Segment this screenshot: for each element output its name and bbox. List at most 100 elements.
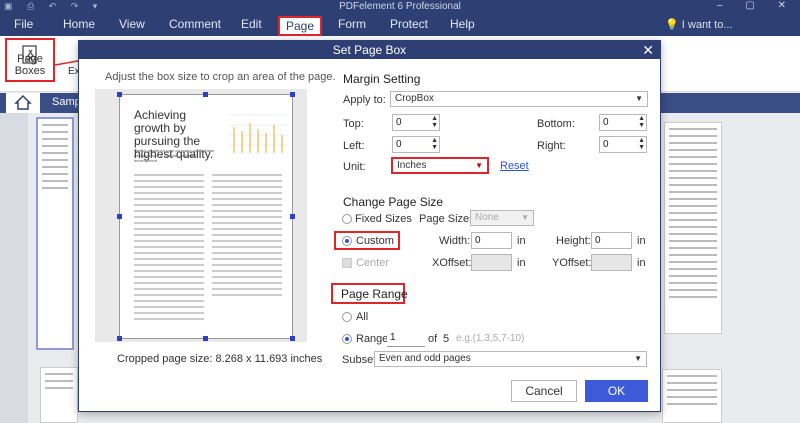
page-boxes-label: Page Boxes <box>14 53 46 77</box>
apply-to-select[interactable]: CropBox ▼ <box>390 91 648 107</box>
cropped-size-text: Cropped page size: 8.268 x 11.693 inches <box>117 353 323 365</box>
menu-page[interactable]: Page <box>278 16 323 36</box>
preview-subtitle: Unlock growth for your company, adopt th… <box>134 148 215 163</box>
menu-home[interactable]: Home <box>63 17 95 31</box>
custom-radio[interactable] <box>342 236 352 246</box>
width-unit: in <box>517 235 526 247</box>
menu-view[interactable]: View <box>119 17 145 31</box>
bottom-input[interactable]: 0 ▲ ▼ <box>599 114 647 131</box>
menu-edit[interactable]: Edit <box>241 17 262 31</box>
search-field[interactable]: 💡 I want to... <box>665 18 733 31</box>
range-radio[interactable] <box>342 334 352 344</box>
width-label: Width: <box>439 235 471 247</box>
fixed-sizes-radio[interactable] <box>342 214 352 224</box>
right-input[interactable]: 0 ▲ ▼ <box>599 136 647 153</box>
page-boxes-button[interactable]: Page Boxes <box>5 38 55 82</box>
width-input[interactable]: 0 <box>471 232 512 249</box>
document-tab[interactable]: Samp <box>52 96 81 108</box>
search-label: I want to... <box>681 19 733 31</box>
unit-value: Inches <box>397 160 427 171</box>
menu-comment[interactable]: Comment <box>169 17 221 31</box>
height-value: 0 <box>595 235 601 246</box>
preview-chart-graphic <box>228 114 288 153</box>
top-input[interactable]: 0 ▲ ▼ <box>392 114 440 131</box>
crop-handle-br[interactable] <box>290 336 295 341</box>
xoffset-input[interactable] <box>471 254 512 271</box>
page-thumbnail[interactable] <box>36 117 74 350</box>
center-label: Center <box>356 257 390 269</box>
right-label: Right: <box>537 140 566 152</box>
chevron-down-icon: ▼ <box>475 161 483 170</box>
range-input[interactable]: 1 <box>387 330 425 347</box>
spinner-icon[interactable]: ▲ ▼ <box>431 137 438 151</box>
xoffset-label: XOffset: <box>432 257 472 269</box>
unit-select[interactable]: Inches ▼ <box>391 157 489 174</box>
preview-text-col-1 <box>134 170 204 324</box>
crop-handle-tr[interactable] <box>290 92 295 97</box>
page-size-heading: Change Page Size <box>343 195 444 209</box>
crop-handle-bl[interactable] <box>117 336 122 341</box>
yoffset-input[interactable] <box>591 254 632 271</box>
top-label: Top: <box>343 118 364 130</box>
crop-handle-tl[interactable] <box>117 92 122 97</box>
app-title: PDFelement 6 Professional <box>339 1 461 12</box>
spinner-icon[interactable]: ▲ ▼ <box>431 115 438 129</box>
menu-file[interactable]: File <box>14 17 33 31</box>
unit-label: Unit: <box>343 161 366 173</box>
spinner-icon[interactable]: ▲ ▼ <box>638 137 645 151</box>
preview-page[interactable]: Achieving growth by pursuing the highest… <box>119 94 293 339</box>
home-icon <box>14 94 32 110</box>
ok-button[interactable]: OK <box>585 380 648 402</box>
height-label: Height: <box>556 235 591 247</box>
lightbulb-icon: 💡 <box>665 19 679 31</box>
center-checkbox[interactable] <box>342 258 352 268</box>
all-label: All <box>356 311 369 323</box>
preview-text-col-2 <box>212 170 282 300</box>
dialog-title: Set Page Box <box>332 43 407 57</box>
fixed-sizes-label: Fixed Sizes <box>355 213 412 225</box>
xoffset-unit: in <box>517 257 526 269</box>
menu-protect[interactable]: Protect <box>390 17 428 31</box>
dialog-hint: Adjust the box size to crop an area of t… <box>105 71 336 83</box>
height-input[interactable]: 0 <box>591 232 632 249</box>
window-controls[interactable]: ‒ ▢ ✕ <box>717 0 796 11</box>
range-example: e.g.(1,3,5,7-10) <box>456 333 525 344</box>
dialog-title-bar: Set Page Box ✕ <box>79 41 660 59</box>
chevron-down-icon: ▼ <box>635 94 643 103</box>
left-input[interactable]: 0 ▲ ▼ <box>392 136 440 153</box>
document-page-2 <box>662 369 722 423</box>
reset-link[interactable]: Reset <box>500 160 529 172</box>
width-value: 0 <box>475 235 481 246</box>
home-tab[interactable] <box>6 93 40 113</box>
custom-label: Custom <box>356 235 394 247</box>
top-value: 0 <box>396 117 402 128</box>
set-page-box-dialog: Set Page Box ✕ Adjust the box size to cr… <box>78 40 661 412</box>
left-sidebar <box>0 113 28 423</box>
crop-handle-t[interactable] <box>203 92 208 97</box>
height-unit: in <box>637 235 646 247</box>
close-icon[interactable]: ✕ <box>642 41 654 59</box>
page-sizes-select[interactable]: None ▼ <box>470 210 534 226</box>
yoffset-label: YOffset: <box>552 257 592 269</box>
crop-handle-l[interactable] <box>117 214 122 219</box>
subset-value: Even and odd pages <box>379 353 471 364</box>
range-total: 5 <box>443 333 450 345</box>
left-label: Left: <box>343 140 365 152</box>
page-range-heading: Page Range <box>341 287 408 301</box>
crop-handle-r[interactable] <box>290 214 295 219</box>
crop-handle-b[interactable] <box>203 336 208 341</box>
menu-help[interactable]: Help <box>450 17 475 31</box>
cancel-button[interactable]: Cancel <box>511 380 577 402</box>
left-value: 0 <box>396 139 402 150</box>
range-value: 1 <box>390 332 396 343</box>
document-page <box>664 122 722 334</box>
bottom-value: 0 <box>603 117 609 128</box>
spinner-icon[interactable]: ▲ ▼ <box>638 115 645 129</box>
chevron-down-icon: ▼ <box>634 354 642 363</box>
menu-form[interactable]: Form <box>338 17 366 31</box>
page-sizes-value: None <box>475 212 499 223</box>
bottom-label: Bottom: <box>537 118 575 130</box>
all-radio[interactable] <box>342 312 352 322</box>
subset-select[interactable]: Even and odd pages ▼ <box>374 351 647 367</box>
page-thumbnail-2[interactable] <box>40 367 78 423</box>
